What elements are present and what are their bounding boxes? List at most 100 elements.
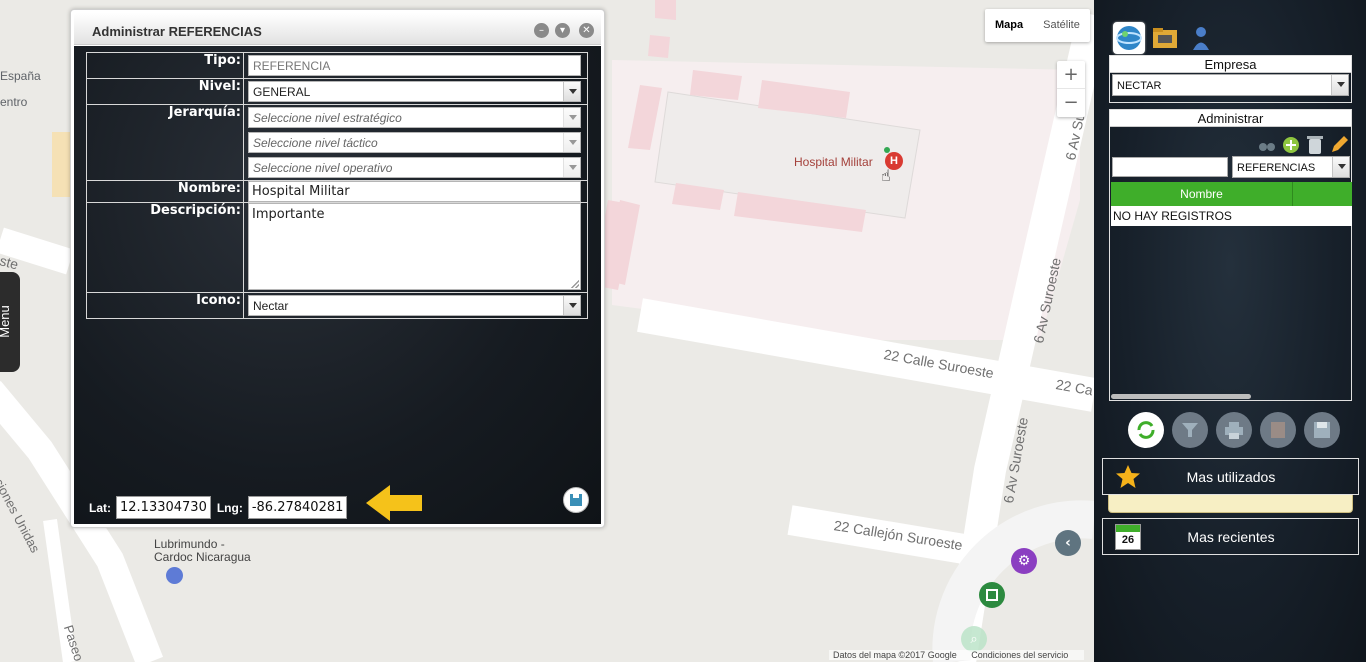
nombre-input[interactable]: Hospital Militar: [248, 181, 581, 202]
tipo-field[interactable]: REFERENCIA: [248, 55, 581, 76]
tipo-label: Tipo:: [86, 52, 244, 79]
resize-handle[interactable]: [571, 280, 579, 288]
export-button[interactable]: [1260, 412, 1296, 448]
nivel-estrategico-select[interactable]: Seleccione nivel estratégico: [248, 107, 581, 128]
settings-fab-button[interactable]: ⚙: [1011, 548, 1037, 574]
map-label-espana: España: [0, 69, 41, 83]
horizontal-scrollbar[interactable]: [1111, 394, 1251, 399]
terms-link[interactable]: Condiciones del servicio: [971, 650, 1068, 660]
empresa-section: Empresa NECTAR: [1109, 55, 1352, 103]
lat-input[interactable]: 12.13304730: [116, 496, 211, 519]
admin-search-input[interactable]: [1112, 157, 1228, 177]
admin-type-select[interactable]: REFERENCIAS: [1232, 156, 1350, 178]
chevron-down-icon: [1332, 157, 1349, 177]
pencil-icon[interactable]: [1329, 135, 1349, 155]
nivel-label: Nivel:: [86, 78, 244, 105]
nivel-value: GENERAL: [253, 85, 311, 99]
collapse-back-button[interactable]: ‹: [1055, 530, 1081, 556]
nivel-operativo-placeholder: Seleccione nivel operativo: [253, 161, 393, 175]
binoculars-icon[interactable]: [1257, 135, 1277, 155]
referencia-form: Tipo: REFERENCIA Nivel: GENERAL Jerarquí…: [86, 52, 588, 319]
mas-utilizados-dropdown: [1108, 495, 1353, 513]
lng-input[interactable]: -86.27840281: [247, 496, 348, 519]
icono-value: Nectar: [253, 299, 289, 313]
spreadsheet-icon: [1271, 422, 1285, 438]
folder-tools-icon[interactable]: [1149, 22, 1181, 54]
descripcion-label: Descripción:: [86, 202, 244, 293]
panel-top-icons: [1113, 22, 1217, 54]
filter-button[interactable]: [1172, 412, 1208, 448]
descripcion-textarea[interactable]: Importante: [248, 203, 581, 290]
dialog-body: Tipo: REFERENCIA Nivel: GENERAL Jerarquí…: [74, 46, 601, 524]
panel-action-buttons: [1128, 412, 1340, 448]
nombre-label: Nombre:: [86, 180, 244, 203]
refresh-button[interactable]: [1128, 412, 1164, 448]
close-icon[interactable]: ✕: [579, 23, 594, 38]
hand-cursor-icon: ☝: [881, 166, 891, 185]
lng-label: Lng:: [216, 500, 243, 515]
gear-icon: ⚙: [1017, 553, 1031, 569]
trash-icon[interactable]: [1305, 135, 1325, 155]
admin-type-value: REFERENCIAS: [1237, 162, 1316, 174]
map-type-mapa-button[interactable]: Mapa: [985, 9, 1033, 42]
chevron-left-icon: ‹: [1065, 535, 1071, 551]
floppy-icon: [1314, 422, 1330, 438]
chevron-down-icon: [1331, 75, 1348, 95]
mas-recientes-button[interactable]: 26 Mas recientes: [1102, 518, 1359, 555]
administrar-title: Administrar: [1110, 110, 1351, 127]
print-button[interactable]: [1216, 412, 1252, 448]
jerarquia-label: Jerarquía:: [86, 104, 244, 181]
search-icon: ⌕: [970, 631, 978, 647]
nivel-tactico-select[interactable]: Seleccione nivel táctico: [248, 132, 581, 153]
side-menu-label: Menu: [0, 305, 12, 338]
mas-utilizados-button[interactable]: Mas utilizados: [1102, 458, 1359, 495]
dialog-titlebar[interactable]: Administrar REFERENCIAS – ▾ ✕: [74, 13, 601, 45]
map-attribution: Datos del mapa ©2017 Google Condiciones …: [829, 650, 1085, 660]
administrar-section: Administrar REFERENCIAS Nombre NO HAY RE…: [1109, 109, 1352, 401]
save-icon: [570, 494, 582, 506]
side-menu-tab[interactable]: Menu: [0, 272, 20, 372]
map-type-control: Mapa Satélite: [985, 9, 1090, 42]
fullscreen-fab-button[interactable]: [979, 582, 1005, 608]
table-row: NO HAY REGISTROS: [1111, 206, 1352, 226]
user-icon[interactable]: [1185, 22, 1217, 54]
save-location-button[interactable]: [563, 487, 589, 513]
admin-toolbar: [1257, 135, 1349, 155]
zoom-control: + −: [1057, 61, 1085, 117]
empresa-select[interactable]: NECTAR: [1112, 74, 1349, 96]
zoom-in-button[interactable]: +: [1057, 61, 1085, 89]
chevron-down-icon: [563, 296, 580, 315]
empresa-title: Empresa: [1110, 56, 1351, 73]
nivel-operativo-select[interactable]: Seleccione nivel operativo: [248, 157, 581, 178]
administrar-referencias-dialog: Administrar REFERENCIAS – ▾ ✕ Tipo: REFE…: [70, 9, 605, 528]
map-label-centro: entro: [0, 95, 28, 109]
save-button[interactable]: [1304, 412, 1340, 448]
right-panel: Empresa NECTAR Administrar REFERENCIAS N…: [1094, 0, 1366, 662]
green-pin-icon: [884, 147, 890, 153]
minimize-icon[interactable]: –: [534, 23, 549, 38]
lat-label: Lat:: [89, 500, 111, 515]
icono-label: Icono:: [86, 292, 244, 319]
nivel-select[interactable]: GENERAL: [248, 81, 581, 102]
nivel-estrategico-placeholder: Seleccione nivel estratégico: [253, 111, 402, 125]
globe-icon[interactable]: [1113, 22, 1145, 54]
map-type-satelite-button[interactable]: Satélite: [1033, 9, 1090, 42]
add-icon[interactable]: [1281, 135, 1301, 155]
chevron-down-icon[interactable]: ▾: [555, 23, 570, 38]
zoom-out-button[interactable]: −: [1057, 89, 1085, 117]
nivel-tactico-placeholder: Seleccione nivel táctico: [253, 136, 378, 150]
fullscreen-icon: [986, 589, 998, 601]
chevron-down-icon: [563, 108, 580, 127]
map-poi-lubrimundo: Lubrimundo -: [154, 537, 225, 551]
column-header-nombre[interactable]: Nombre: [1111, 182, 1293, 206]
column-header-extra: [1293, 182, 1352, 206]
mas-utilizados-label: Mas utilizados: [1186, 468, 1276, 485]
calendar-icon: 26: [1115, 524, 1141, 550]
chevron-down-icon: [563, 158, 580, 177]
icono-select[interactable]: Nectar: [248, 295, 581, 316]
search-fab-button[interactable]: ⌕: [961, 626, 987, 652]
refresh-icon: [1137, 421, 1155, 439]
filter-icon: [1182, 423, 1198, 437]
shop-poi-icon[interactable]: [166, 567, 183, 584]
coordinates-row: Lat: 12.13304730 Lng: -86.27840281: [89, 496, 353, 519]
